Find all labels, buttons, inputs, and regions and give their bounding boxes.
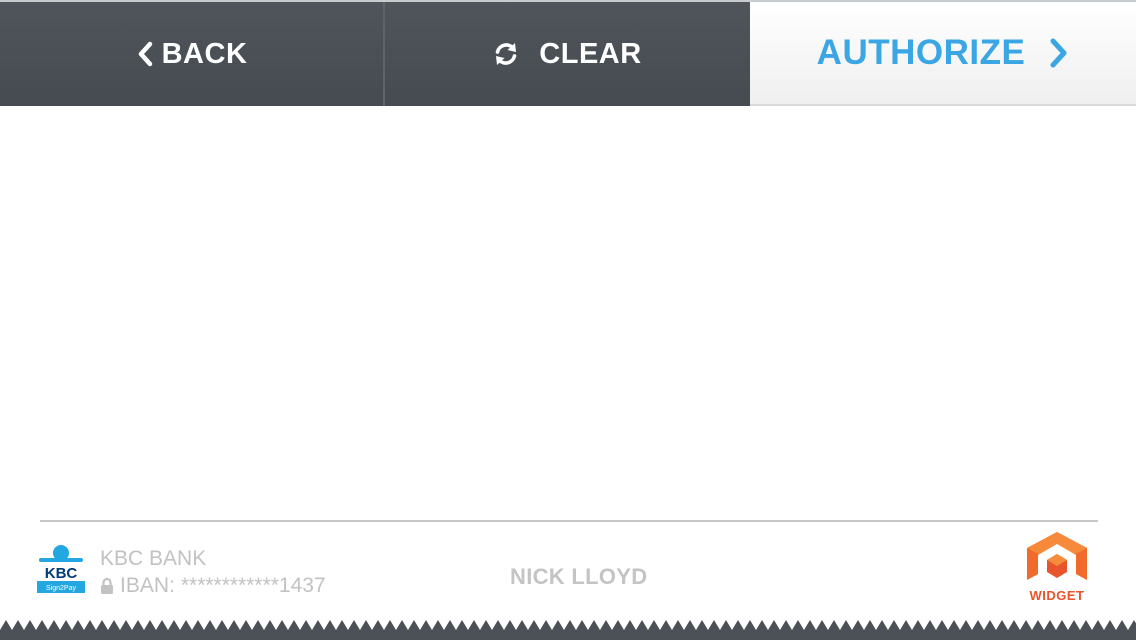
back-button[interactable]: BACK bbox=[0, 2, 385, 106]
payment-footer: KBC Sign2Pay KBC BANK IBAN: ************… bbox=[0, 522, 1136, 622]
top-toolbar: BACK CLEAR AUTHORIZE bbox=[0, 0, 1136, 106]
iban-value: ************1437 bbox=[180, 574, 326, 597]
authorize-button[interactable]: AUTHORIZE bbox=[750, 2, 1136, 106]
widget-label: WIDGET bbox=[1029, 588, 1085, 603]
clear-label: CLEAR bbox=[539, 37, 642, 70]
account-holder-name: NICK LLOYD bbox=[510, 564, 648, 589]
iban-row: IBAN: ************1437 bbox=[100, 574, 326, 598]
chevron-left-icon bbox=[136, 41, 154, 67]
authorize-label: AUTHORIZE bbox=[816, 33, 1026, 72]
iban-label: IBAN: bbox=[120, 574, 175, 597]
bank-name: KBC BANK bbox=[100, 547, 207, 570]
back-label: BACK bbox=[161, 37, 248, 70]
refresh-icon bbox=[493, 41, 519, 67]
kbc-logo-subtext: Sign2Pay bbox=[46, 585, 76, 592]
signature-screen: BACK CLEAR AUTHORIZE KBC Sign2Pay KBC BA… bbox=[0, 0, 1136, 640]
kbc-logo: KBC Sign2Pay bbox=[36, 544, 86, 594]
signature-canvas[interactable] bbox=[0, 106, 1136, 520]
receipt-zigzag-edge bbox=[0, 618, 1136, 640]
clear-button[interactable]: CLEAR bbox=[385, 2, 750, 106]
kbc-logo-text: KBC bbox=[45, 565, 78, 582]
lock-icon bbox=[100, 577, 114, 595]
chevron-right-icon bbox=[1049, 37, 1069, 69]
